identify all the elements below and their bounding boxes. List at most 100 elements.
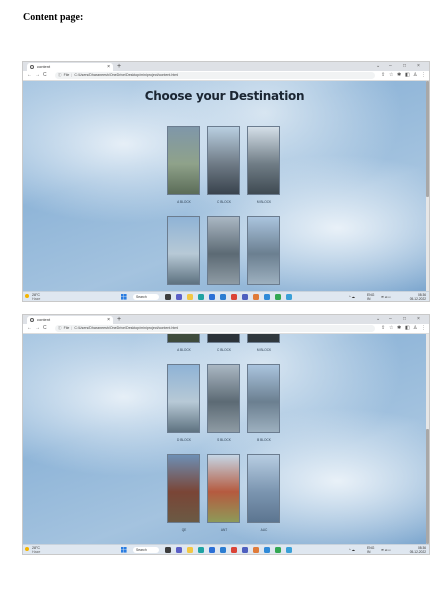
- tab-search-button[interactable]: ⌄: [376, 315, 380, 324]
- chrome-icon[interactable]: [231, 294, 237, 300]
- explorer-icon[interactable]: [187, 547, 193, 553]
- share-icon[interactable]: ⇪: [381, 71, 385, 80]
- star-icon[interactable]: ☆: [389, 71, 393, 80]
- destination-caption[interactable]: M BLOCK: [244, 200, 284, 204]
- destination-caption[interactable]: B BLOCK: [244, 438, 284, 442]
- new-tab-button[interactable]: +: [117, 315, 121, 324]
- address-bar[interactable]: ⓘ File | C:/Users/Dharaneesh/OneDrive/Deskt…: [55, 325, 375, 332]
- clock[interactable]: 08:36 05-12-2022: [410, 546, 426, 554]
- tab-close-icon[interactable]: ×: [107, 316, 110, 324]
- edge-icon[interactable]: [198, 547, 204, 553]
- windows-start-icon[interactable]: [121, 547, 127, 553]
- paint-icon[interactable]: [253, 547, 259, 553]
- chat-icon[interactable]: [176, 294, 182, 300]
- destination-card[interactable]: [247, 364, 280, 433]
- destination-card[interactable]: [207, 454, 240, 523]
- menu-icon[interactable]: ⋮: [421, 71, 426, 80]
- chrome-alt-icon[interactable]: [275, 547, 281, 553]
- destination-caption[interactable]: S BLOCK: [204, 438, 244, 442]
- destination-caption[interactable]: AUC: [244, 528, 284, 532]
- new-tab-button[interactable]: +: [117, 62, 121, 71]
- system-tray[interactable]: ^ ☁: [349, 548, 355, 552]
- ai-icon[interactable]: [286, 547, 292, 553]
- taskbar-search[interactable]: Search: [133, 294, 159, 300]
- paint-icon[interactable]: [253, 294, 259, 300]
- destination-card[interactable]: [167, 454, 200, 523]
- tab-content[interactable]: content ×: [27, 63, 113, 71]
- minimize-button[interactable]: –: [389, 62, 392, 71]
- close-window-button[interactable]: ×: [417, 62, 420, 71]
- destination-card[interactable]: [247, 454, 280, 523]
- destination-caption[interactable]: QE: [164, 528, 204, 532]
- destination-caption[interactable]: M BLOCK: [244, 348, 284, 352]
- back-button[interactable]: ←: [27, 71, 32, 80]
- tab-content[interactable]: content ×: [27, 316, 113, 324]
- scrollbar-thumb[interactable]: [426, 81, 429, 197]
- close-window-button[interactable]: ×: [417, 315, 420, 324]
- reload-button[interactable]: C: [43, 71, 47, 80]
- network-volume-battery[interactable]: ≋ ◂ ▭: [381, 548, 391, 552]
- destination-card[interactable]: [207, 216, 240, 285]
- sidepanel-icon[interactable]: ◧: [405, 324, 410, 333]
- destination-caption[interactable]: C BLOCK: [204, 200, 244, 204]
- office-icon[interactable]: [220, 294, 226, 300]
- menu-icon[interactable]: ⋮: [421, 324, 426, 333]
- maximize-button[interactable]: □: [403, 62, 406, 71]
- scrollbar-thumb[interactable]: [426, 428, 429, 544]
- store-icon[interactable]: [209, 547, 215, 553]
- explorer-icon[interactable]: [187, 294, 193, 300]
- edge-icon[interactable]: [198, 294, 204, 300]
- teams-icon[interactable]: [242, 294, 248, 300]
- extensions-icon[interactable]: ✱: [397, 71, 401, 80]
- address-bar[interactable]: ⓘ File | C:/Users/Dharaneesh/OneDrive/Deskt…: [55, 72, 375, 79]
- language-indicator[interactable]: ENG IN: [367, 293, 374, 301]
- destination-caption[interactable]: A BLOCK: [164, 348, 204, 352]
- office-icon[interactable]: [220, 547, 226, 553]
- chrome-icon[interactable]: [231, 547, 237, 553]
- info-icon[interactable]: ⓘ: [58, 73, 62, 77]
- taskview-icon[interactable]: [165, 294, 171, 300]
- weather-widget[interactable]: 28°C Haze: [25, 546, 40, 554]
- system-tray[interactable]: ^ ☁: [349, 295, 355, 299]
- minimize-button[interactable]: –: [389, 315, 392, 324]
- destination-card[interactable]: [207, 334, 240, 343]
- profile-icon[interactable]: ♙: [413, 71, 417, 80]
- destination-card[interactable]: [247, 126, 280, 195]
- extensions-icon[interactable]: ✱: [397, 324, 401, 333]
- destination-caption[interactable]: ANT: [204, 528, 244, 532]
- destination-card[interactable]: [207, 126, 240, 195]
- vertical-scrollbar[interactable]: [426, 81, 429, 291]
- sidepanel-icon[interactable]: ◧: [405, 71, 410, 80]
- info-icon[interactable]: ⓘ: [58, 326, 62, 330]
- vertical-scrollbar[interactable]: [426, 334, 429, 544]
- destination-card[interactable]: [207, 364, 240, 433]
- taskview-icon[interactable]: [165, 547, 171, 553]
- vscode-icon[interactable]: [264, 294, 270, 300]
- tab-close-icon[interactable]: ×: [107, 63, 110, 71]
- teams-icon[interactable]: [242, 547, 248, 553]
- store-icon[interactable]: [209, 294, 215, 300]
- destination-card[interactable]: [167, 334, 200, 343]
- vscode-icon[interactable]: [264, 547, 270, 553]
- back-button[interactable]: ←: [27, 324, 32, 333]
- reload-button[interactable]: C: [43, 324, 47, 333]
- star-icon[interactable]: ☆: [389, 324, 393, 333]
- destination-card[interactable]: [167, 364, 200, 433]
- windows-start-icon[interactable]: [121, 294, 127, 300]
- chat-icon[interactable]: [176, 547, 182, 553]
- maximize-button[interactable]: □: [403, 315, 406, 324]
- destination-caption[interactable]: A BLOCK: [164, 200, 204, 204]
- destination-card[interactable]: [167, 126, 200, 195]
- profile-icon[interactable]: ♙: [413, 324, 417, 333]
- clock[interactable]: 08:36 05-12-2022: [410, 293, 426, 301]
- destination-card[interactable]: [247, 216, 280, 285]
- weather-widget[interactable]: 28°C Haze: [25, 293, 40, 301]
- taskbar-search[interactable]: Search: [133, 547, 159, 553]
- destination-card[interactable]: [247, 334, 280, 343]
- forward-button[interactable]: →: [35, 324, 40, 333]
- destination-caption[interactable]: C BLOCK: [204, 348, 244, 352]
- destination-card[interactable]: [167, 216, 200, 285]
- destination-caption[interactable]: D BLOCK: [164, 438, 204, 442]
- forward-button[interactable]: →: [35, 71, 40, 80]
- share-icon[interactable]: ⇪: [381, 324, 385, 333]
